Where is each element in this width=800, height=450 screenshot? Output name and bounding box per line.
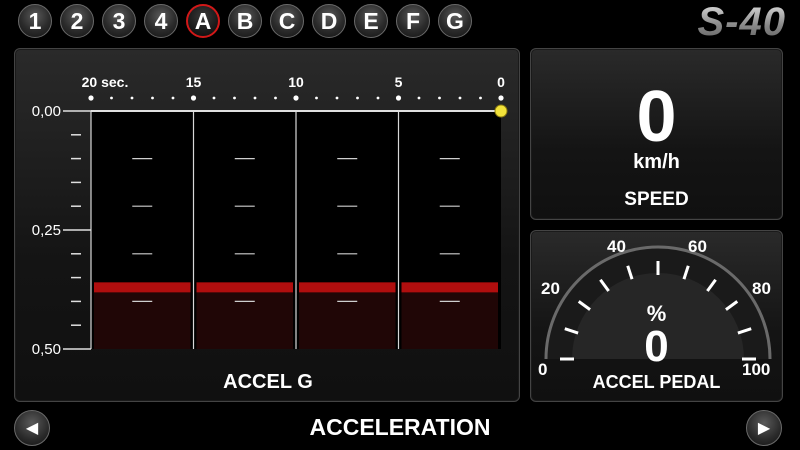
gauge-label-80: 80 [752,279,771,298]
pedal-value: 0 [644,322,669,371]
time-tick-major [395,95,402,101]
tab-1[interactable]: 1 [18,4,52,38]
brand-logo: S-40 [697,0,786,44]
time-tick-major [293,95,299,101]
time-tick-minor [171,96,175,100]
time-tick-major [88,95,94,101]
tab-d[interactable]: D [312,4,346,38]
tab-f[interactable]: F [396,4,430,38]
tab-b[interactable]: B [228,4,262,38]
time-label: 20 sec. [82,74,129,90]
time-tick-minor [274,96,277,100]
tab-4[interactable]: 4 [144,4,178,38]
tab-bar: 1 2 3 4 A B C D E F G [18,4,472,40]
speed-panel: 0 km/h SPEED [530,48,783,220]
next-page-button[interactable]: ▶ [746,410,782,446]
time-tick-minor [315,96,318,100]
time-tick-major [190,95,197,101]
time-label: 10 [288,74,304,90]
gauge-label-20: 20 [541,279,560,298]
time-tick-minor [233,96,236,100]
accel-g-panel: 20 sec. 15 10 5 0 0,00 0,25 0,50 ACCEL G [14,48,520,402]
current-time-marker [494,104,508,118]
time-tick-minor [151,96,154,100]
arrow-right-icon: ▶ [757,420,771,437]
accel-trace-segment [94,282,191,293]
tab-2[interactable]: 2 [60,4,94,38]
accel-g-chart: 20 sec. 15 10 5 0 0,00 0,25 0,50 [32,74,508,358]
y-label: 0,25 [32,222,61,239]
time-tick-minor [417,96,421,100]
time-tick-minor [253,96,257,100]
tab-c[interactable]: C [270,4,304,38]
time-label: 15 [186,74,202,90]
speed-unit: km/h [633,151,680,173]
time-label: 0 [497,74,505,90]
y-label: 0,50 [32,341,61,358]
time-tick-minor [335,96,339,100]
tab-3[interactable]: 3 [102,4,136,38]
accel-g-title: ACCEL G [223,371,313,393]
gauge-label-60: 60 [688,237,707,256]
time-tick-minor [376,96,380,100]
accel-trace-segment [196,282,293,293]
tab-e[interactable]: E [354,4,388,38]
tab-a[interactable]: A [186,4,220,38]
time-tick-minor [458,96,462,100]
time-tick-minor [356,96,359,100]
time-tick-minor [110,96,113,100]
y-label: 0,00 [32,103,61,120]
tab-g[interactable]: G [438,4,472,38]
time-tick-major [498,95,504,101]
time-label: 5 [395,74,403,90]
time-tick-minor [479,96,482,100]
speed-title: SPEED [624,189,689,210]
time-tick-minor [130,96,134,100]
accel-trace-segment [299,282,396,293]
accel-trace-segment [401,282,498,293]
speed-value: 0 [636,77,677,157]
accel-pedal-panel: 0 20 40 60 80 100 % 0 ACCEL PEDAL [530,230,783,402]
time-tick-minor [438,96,441,100]
gauge-label-40: 40 [607,237,626,256]
pedal-title: ACCEL PEDAL [592,372,721,392]
time-tick-minor [212,96,216,100]
page-title: ACCELERATION [309,414,491,440]
